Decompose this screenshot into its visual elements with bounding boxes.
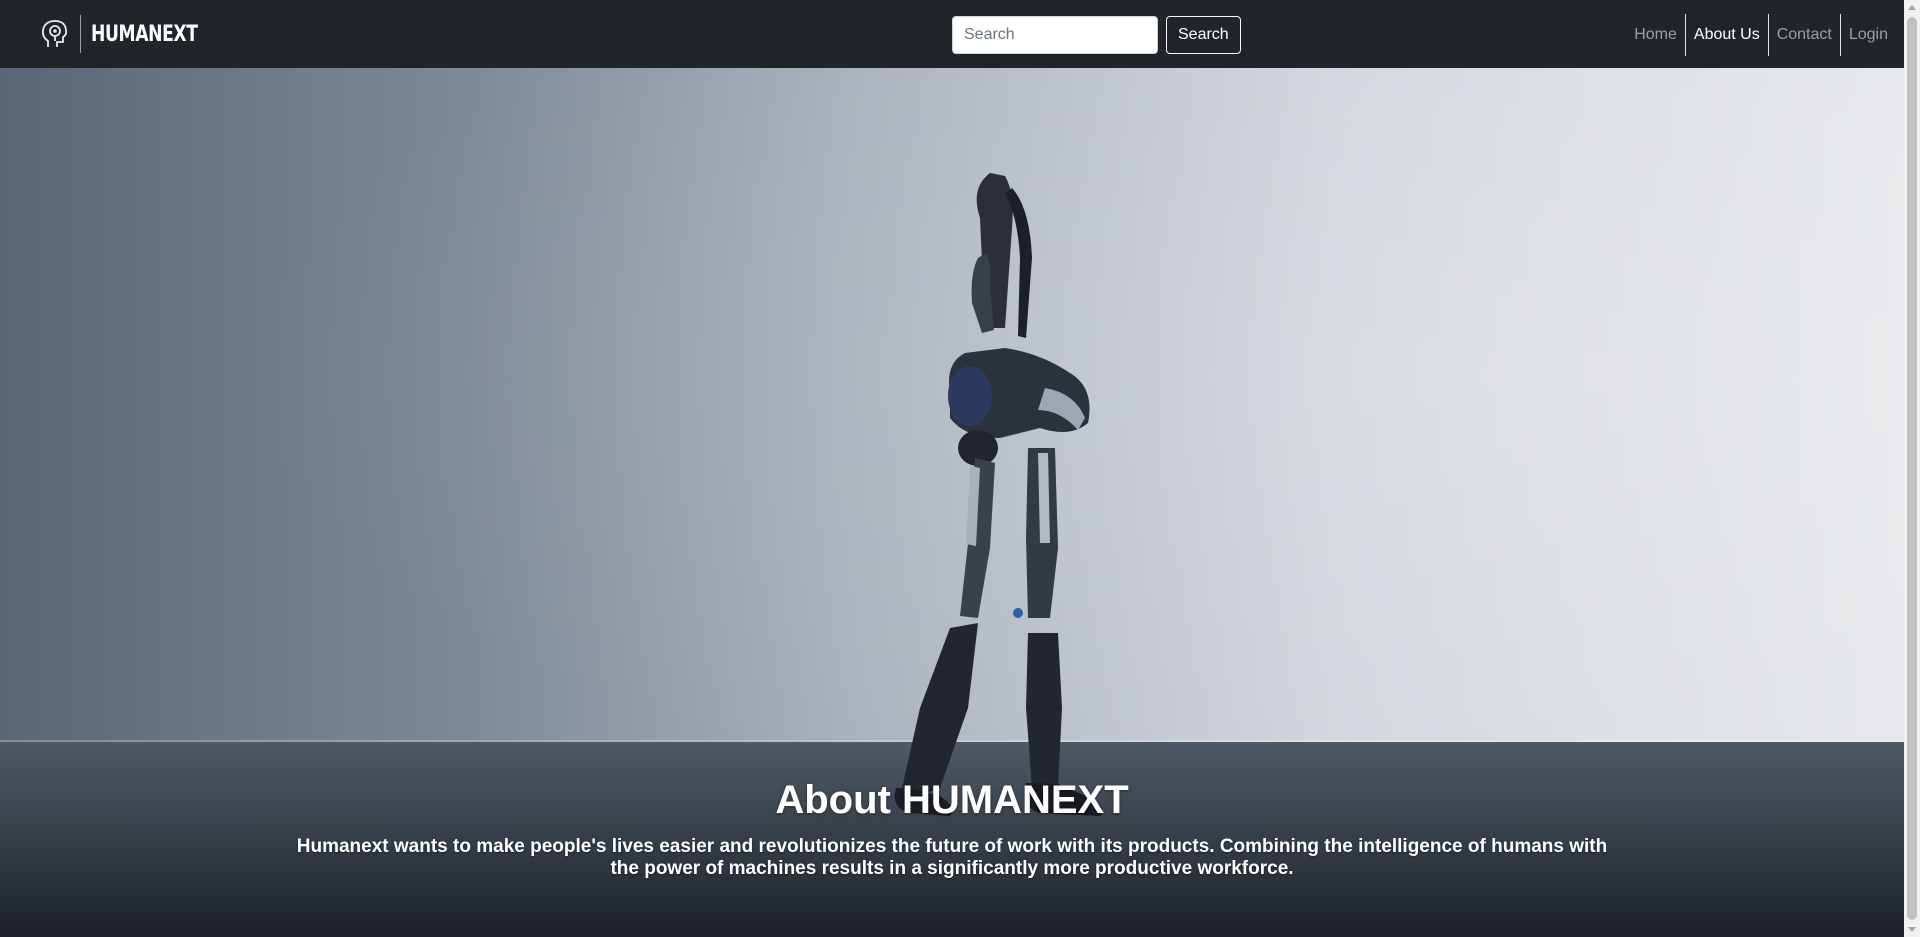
search-input[interactable]	[952, 16, 1158, 54]
hero-section: About HUMANEXT Humanext wants to make pe…	[0, 68, 1904, 937]
nav-link-login[interactable]: Login	[1839, 14, 1896, 56]
search-form: Search	[952, 16, 1241, 54]
brand[interactable]: HUMANEXT	[38, 12, 228, 56]
brand-name: HUMANEXT	[91, 21, 198, 47]
brand-divider	[80, 15, 81, 53]
search-button[interactable]: Search	[1166, 16, 1241, 54]
nav-link-home[interactable]: Home	[1626, 14, 1685, 56]
page-scrollbar[interactable]	[1904, 0, 1920, 937]
hero-description: Humanext wants to make people's lives ea…	[296, 836, 1608, 879]
scroll-thumb[interactable]	[1907, 17, 1917, 920]
scroll-up-arrow-icon[interactable]	[1908, 5, 1916, 10]
nav-links: Home About Us Contact Login	[1626, 14, 1896, 56]
navbar: HUMANEXT Search Home About Us Contact Lo…	[0, 0, 1904, 68]
head-gear-icon	[41, 20, 68, 47]
scroll-down-arrow-icon[interactable]	[1908, 927, 1916, 932]
hero-title: About HUMANEXT	[775, 778, 1129, 822]
exoskeleton-image	[894, 173, 1103, 816]
nav-link-about-us[interactable]: About Us	[1684, 14, 1768, 56]
nav-link-contact[interactable]: Contact	[1767, 14, 1840, 56]
